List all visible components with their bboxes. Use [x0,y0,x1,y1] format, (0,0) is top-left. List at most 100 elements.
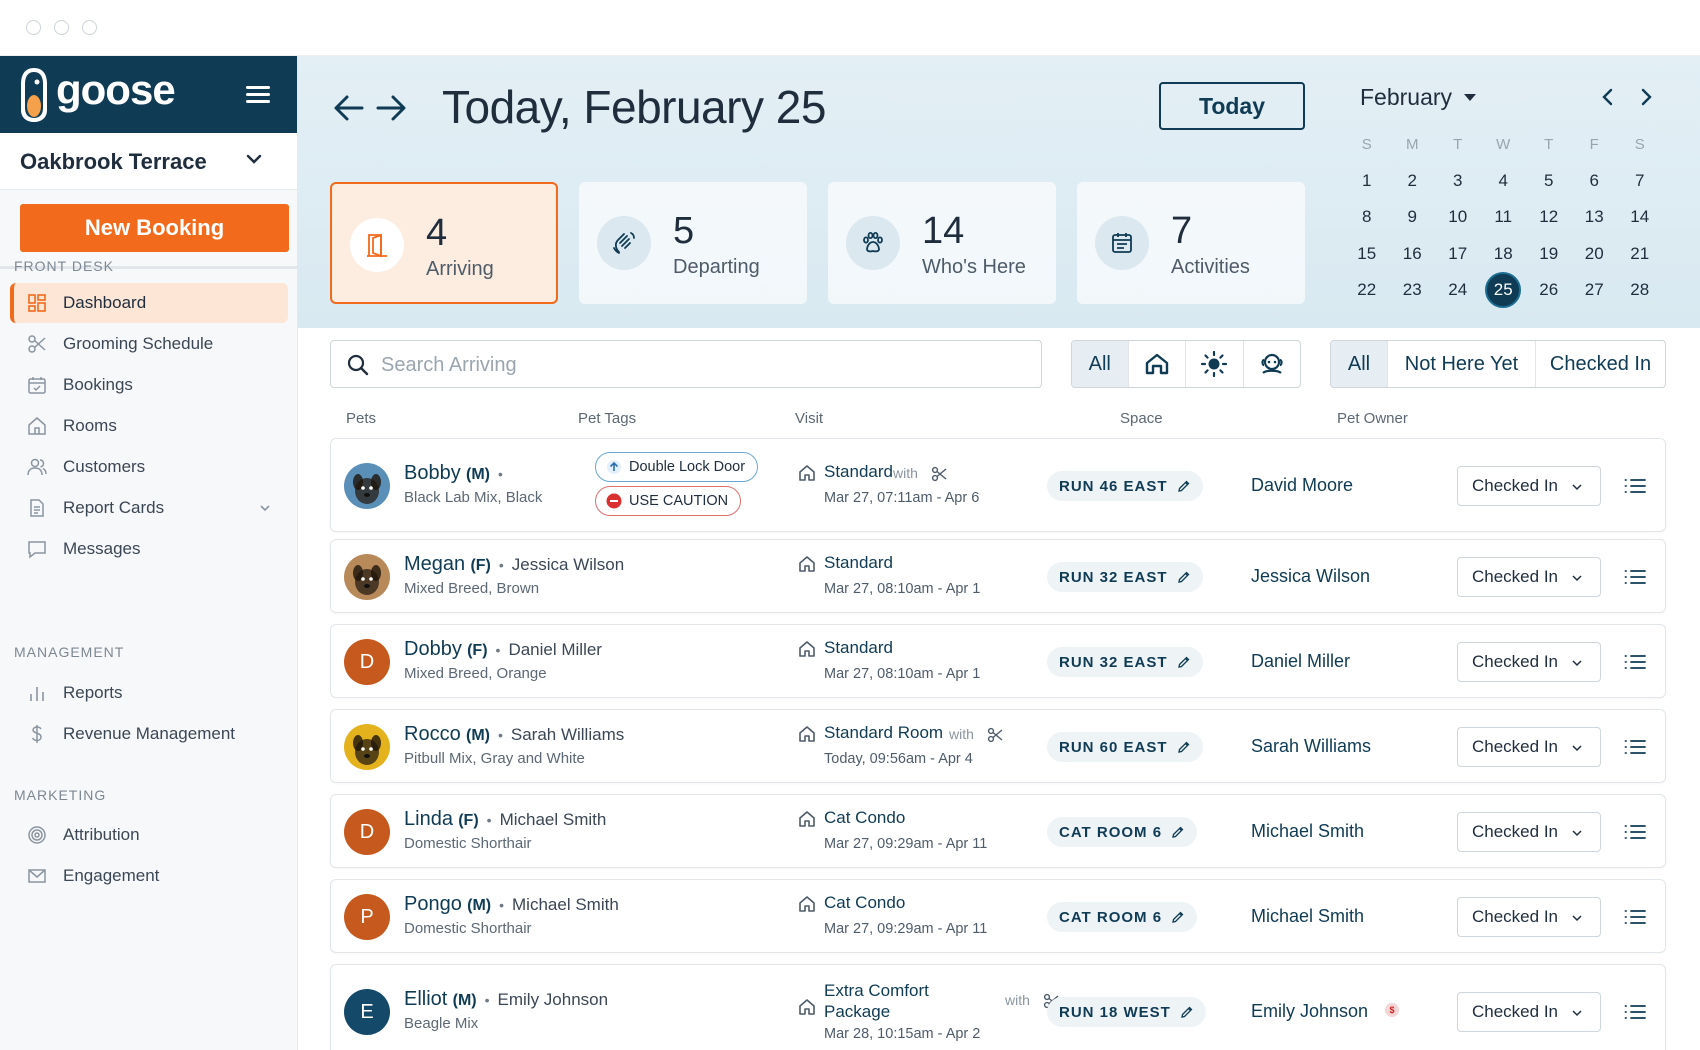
filter-type-boarding[interactable] [1129,341,1186,387]
row-menu-icon[interactable] [1623,737,1647,757]
search-input[interactable] [381,349,1021,381]
table-row[interactable]: Bobby (M) • Black Lab Mix, Black Double Loc… [330,438,1666,532]
filter-type-all[interactable]: All [1072,341,1129,387]
pet-name-link[interactable]: Dobby [404,638,462,660]
row-menu-icon[interactable] [1623,822,1647,842]
pet-owner-link[interactable]: Sarah Williams [1251,736,1371,757]
calendar-day[interactable]: 7 [1622,163,1658,199]
row-menu-icon[interactable] [1623,1002,1647,1022]
pet-avatar[interactable]: D [344,809,390,855]
pet-avatar[interactable]: P [344,894,390,940]
space-pill[interactable]: RUN 18 WEST [1047,997,1206,1027]
stat-card-whos-here[interactable]: 14 Who's Here [828,182,1056,304]
pet-name-link[interactable]: Linda [404,808,453,830]
sidebar-item-bookings[interactable]: Bookings [10,365,288,405]
caret-down-icon[interactable] [1464,94,1476,102]
calendar-day[interactable]: 21 [1622,236,1658,272]
pet-avatar[interactable] [344,554,390,600]
sidebar-item-rooms[interactable]: Rooms [10,406,288,446]
balance-due-badge[interactable]: $ [1385,1003,1399,1017]
stat-card-arriving[interactable]: 4 Arriving [330,182,558,304]
calendar-month-select[interactable]: February [1360,84,1452,111]
calendar-day[interactable]: 28 [1622,272,1658,308]
filter-type-daycare[interactable] [1186,341,1244,387]
arrow-left-icon[interactable] [332,88,366,128]
visit-type-link[interactable]: Standard [824,462,893,482]
filter-type-grooming[interactable] [1244,341,1301,387]
table-row[interactable]: E Elliot (M) • Emily Johnson Beagle Mix Extra… [330,964,1666,1050]
sidebar-item-grooming-schedule[interactable]: Grooming Schedule [10,324,288,364]
status-dropdown[interactable]: Checked In [1457,727,1601,767]
pet-name-link[interactable]: Megan [404,553,465,575]
space-pill[interactable]: RUN 46 EAST [1047,471,1203,501]
space-pill[interactable]: RUN 60 EAST [1047,732,1203,762]
calendar-day[interactable]: 11 [1485,199,1521,235]
row-menu-icon[interactable] [1623,567,1647,587]
new-booking-button[interactable]: New Booking [20,204,289,252]
visit-type-link[interactable]: Cat Condo [824,808,905,828]
calendar-day[interactable]: 17 [1440,236,1476,272]
calendar-day[interactable]: 8 [1349,199,1385,235]
window-maximize-button[interactable] [82,20,97,35]
pet-name-link[interactable]: Pongo [404,893,462,915]
pet-owner-link[interactable]: Emily Johnson [1251,1001,1368,1022]
pet-avatar[interactable] [344,724,390,770]
table-row[interactable]: D Dobby (F) • Daniel Miller Mixed Breed, Ora… [330,624,1666,698]
calendar-prev-icon[interactable] [1598,86,1618,108]
table-row[interactable]: Rocco (M) • Sarah Williams Pitbull Mix, Gra… [330,709,1666,783]
stat-card-departing[interactable]: 5 Departing [579,182,807,304]
calendar-day[interactable]: 9 [1394,199,1430,235]
sidebar-item-engagement[interactable]: Engagement [10,856,288,896]
table-row[interactable]: D Linda (F) • Michael Smith Domestic Shortha… [330,794,1666,868]
row-menu-icon[interactable] [1623,652,1647,672]
calendar-day[interactable]: 15 [1349,236,1385,272]
sidebar-item-report-cards[interactable]: Report Cards [10,488,288,528]
visit-type-link[interactable]: Standard [824,553,893,573]
calendar-day[interactable]: 18 [1485,236,1521,272]
calendar-day[interactable]: 16 [1394,236,1430,272]
calendar-day[interactable]: 3 [1440,163,1476,199]
calendar-day[interactable]: 19 [1531,236,1567,272]
space-pill[interactable]: RUN 32 EAST [1047,647,1203,677]
window-close-button[interactable] [26,20,41,35]
row-menu-icon[interactable] [1623,907,1647,927]
sidebar-item-customers[interactable]: Customers [10,447,288,487]
sidebar-item-messages[interactable]: Messages [10,529,288,569]
calendar-day[interactable]: 14 [1622,199,1658,235]
pet-tag[interactable]: USE CAUTION [595,486,742,516]
visit-type-link[interactable]: Cat Condo [824,893,905,913]
chevron-down-icon[interactable] [258,501,272,515]
sidebar-item-reports[interactable]: Reports [10,673,288,713]
calendar-day[interactable]: 27 [1576,272,1612,308]
pet-avatar[interactable] [344,463,390,509]
sidebar-item-attribution[interactable]: Attribution [10,815,288,855]
filter-status-not-here-yet[interactable]: Not Here Yet [1388,341,1536,387]
visit-type-link[interactable]: Standard Room [824,723,943,743]
menu-toggle-icon[interactable] [246,86,270,104]
window-minimize-button[interactable] [54,20,69,35]
visit-type-link[interactable]: Extra Comfort Package [824,980,934,1022]
pet-name-link[interactable]: Rocco [404,723,461,745]
status-dropdown[interactable]: Checked In [1457,992,1601,1032]
filter-status-all[interactable]: All [1331,341,1388,387]
filter-status-checked-in[interactable]: Checked In [1536,341,1665,387]
pet-owner-link[interactable]: Jessica Wilson [1251,566,1370,587]
calendar-day[interactable]: 26 [1531,272,1567,308]
sidebar-item-dashboard[interactable]: Dashboard [10,283,288,323]
brand-name[interactable]: goose [56,66,176,114]
status-dropdown[interactable]: Checked In [1457,897,1601,937]
stat-card-activities[interactable]: 7 Activities [1077,182,1305,304]
pet-name-link[interactable]: Bobby [404,462,461,484]
table-row[interactable]: Megan (F) • Jessica Wilson Mixed Breed, Bro… [330,539,1666,613]
pet-tag[interactable]: Double Lock Door [595,452,759,482]
calendar-day[interactable]: 22 [1349,272,1385,308]
space-pill[interactable]: CAT ROOM 6 [1047,817,1198,847]
row-menu-icon[interactable] [1623,476,1647,496]
space-pill[interactable]: RUN 32 EAST [1047,562,1203,592]
calendar-day[interactable]: 12 [1531,199,1567,235]
pet-owner-link[interactable]: Michael Smith [1251,906,1364,927]
calendar-day[interactable]: 24 [1440,272,1476,308]
calendar-day[interactable]: 13 [1576,199,1612,235]
pet-owner-link[interactable]: Michael Smith [1251,821,1364,842]
calendar-day[interactable]: 6 [1576,163,1612,199]
